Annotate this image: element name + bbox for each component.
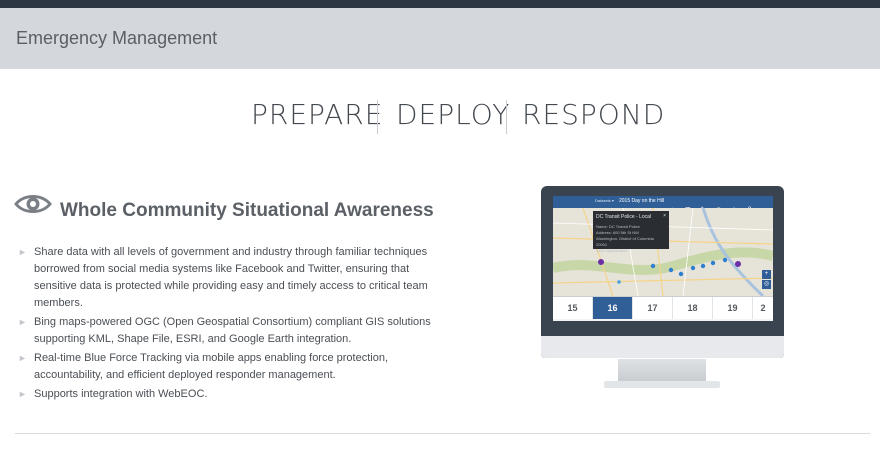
locate-icon[interactable]: ◎ (762, 280, 771, 289)
timeline-day[interactable]: 17 (633, 297, 673, 319)
popup-link[interactable]: View organization (596, 248, 666, 254)
close-icon[interactable]: × (663, 213, 666, 219)
arrow-right-icon: ► (18, 353, 27, 363)
timeline-day-active[interactable]: 16 (593, 297, 633, 319)
app-title: 2015 Day on the Hill (619, 198, 665, 204)
timeline-day[interactable]: 19 (713, 297, 753, 319)
list-item: ► Share data with all levels of governmen… (18, 246, 428, 309)
app-toolbar: Datasets ▾ 2015 Day on the Hill ⌂ ▦ ✎ ≡ … (553, 196, 773, 213)
page-title: Emergency Management (16, 28, 218, 48)
feature-title: Whole Community Situational Awareness (60, 200, 434, 221)
tagline: PREPARE DEPLOY RESPOND (0, 96, 880, 136)
map-zoom-tools: + ◎ (762, 270, 772, 290)
top-bar (0, 0, 880, 8)
monitor-stand (618, 359, 706, 381)
monitor-chin (541, 336, 784, 358)
arrow-right-icon: ► (18, 389, 27, 399)
popup-line: Washington, District of Columbia 20001 (596, 236, 654, 247)
monitor-screen: Datasets ▾ 2015 Day on the Hill ⌂ ▦ ✎ ≡ … (553, 196, 773, 321)
map-view[interactable]: DC Transit Police - Local × Name: DC Tra… (553, 207, 773, 298)
popup-title: DC Transit Police - Local (596, 214, 652, 220)
arrow-right-icon: ► (18, 317, 27, 327)
tagline-deploy: DEPLOY (396, 98, 511, 131)
timeline-day[interactable]: 2 (753, 297, 773, 319)
monitor-base (604, 381, 720, 388)
list-item: ► Bing maps-powered OGC (Open Geospatial … (18, 316, 431, 345)
arrow-right-icon: ► (18, 247, 27, 257)
tagline-prepare: PREPARE (251, 98, 384, 131)
page-header: Emergency Management (0, 8, 880, 69)
map-popup: DC Transit Police - Local × Name: DC Tra… (593, 211, 669, 253)
tagline-divider (377, 100, 378, 134)
list-item: ► Supports integration with WebEOC. (18, 386, 438, 403)
feature-bullet-list: ► Share data with all levels of governmen… (18, 244, 438, 405)
list-item: ► Real-time Blue Force Tracking via mobil… (18, 352, 389, 381)
timeline-day[interactable]: 18 (673, 297, 713, 319)
datasets-dropdown[interactable]: Datasets ▾ (595, 198, 614, 203)
tagline-divider (506, 100, 507, 134)
monitor-illustration: Datasets ▾ 2015 Day on the Hill ⌂ ▦ ✎ ≡ … (541, 186, 784, 359)
divider (15, 433, 870, 434)
tagline-respond: RESPOND (522, 98, 666, 131)
timeline-strip: 15 16 17 18 19 2 (553, 296, 773, 319)
zoom-in-icon[interactable]: + (762, 270, 771, 279)
eye-icon (14, 195, 52, 213)
timeline-day[interactable]: 15 (553, 297, 593, 319)
